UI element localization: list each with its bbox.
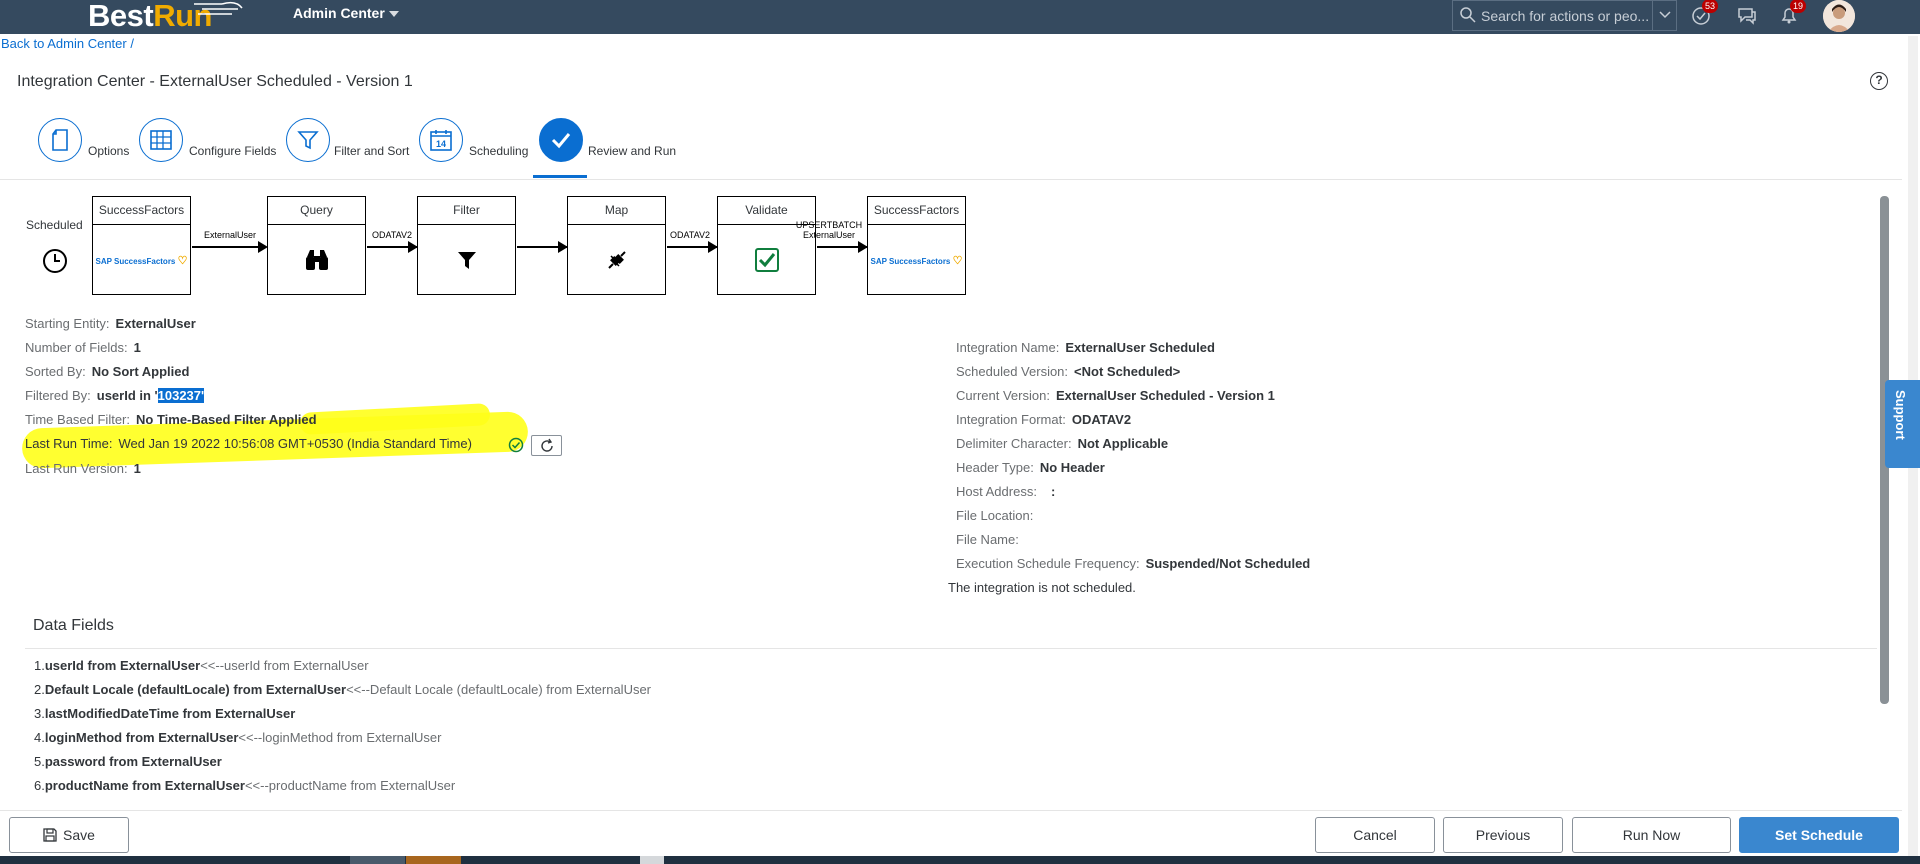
feedback-button[interactable] xyxy=(1736,4,1760,28)
detail-file-name: File Name: xyxy=(956,532,1019,547)
detail-scheduled-version: Scheduled Version: <Not Scheduled> xyxy=(956,364,1181,379)
detail-integration-name: Integration Name: ExternalUser Scheduled xyxy=(956,340,1215,355)
data-fields-title: Data Fields xyxy=(33,617,114,634)
todo-button[interactable]: 53 xyxy=(1690,0,1718,28)
schedule-status-note: The integration is not scheduled. xyxy=(948,580,1136,595)
selected-text: 103237' xyxy=(157,388,205,403)
wizard-step-label: Options xyxy=(88,144,130,158)
detail-integration-format: Integration Format: ODATAV2 xyxy=(956,412,1132,427)
breadcrumb-separator: / xyxy=(130,36,134,51)
list-item: 3.lastModifiedDateTime from ExternalUser xyxy=(34,706,296,721)
todo-badge: 53 xyxy=(1702,0,1718,13)
flow-edge xyxy=(192,246,258,248)
breadcrumb: Back to Admin Center / xyxy=(1,36,134,51)
detail-last-run-version: Last Run Version: 1 xyxy=(25,461,141,476)
page-header: Integration Center - ExternalUser Schedu… xyxy=(0,60,1902,104)
support-tab[interactable]: Support xyxy=(1885,380,1920,468)
detail-header-type: Header Type: No Header xyxy=(956,460,1105,475)
flow-start-label: Scheduled xyxy=(26,218,83,232)
detail-sorted-by: Sorted By: No Sort Applied xyxy=(25,364,190,379)
notifications-badge: 19 xyxy=(1790,0,1806,13)
chat-icon xyxy=(1738,8,1756,25)
flow-edge-label: UPSERTBATCH ExternalUser xyxy=(795,220,863,240)
wizard-step-label: Configure Fields xyxy=(189,144,277,158)
plug-connect-icon xyxy=(567,226,666,294)
flow-node-title: Map xyxy=(567,196,666,225)
detail-number-of-fields: Number of Fields: 1 xyxy=(25,340,141,355)
previous-button[interactable]: Previous xyxy=(1443,817,1563,853)
binoculars-icon xyxy=(267,226,366,294)
divider xyxy=(25,648,1877,649)
back-to-admin-center-link[interactable]: Back to Admin Center xyxy=(1,36,127,51)
os-taskbar xyxy=(0,856,1920,864)
calendar-icon: 14 xyxy=(419,118,463,162)
user-photo-icon xyxy=(1823,0,1855,32)
flow-node-title: SuccessFactors xyxy=(92,196,191,225)
detail-time-based-filter: Time Based Filter: No Time-Based Filter A… xyxy=(25,412,317,427)
chevron-down-icon xyxy=(388,11,399,18)
clock-icon xyxy=(43,249,67,273)
notifications-button[interactable]: 19 xyxy=(1778,0,1806,28)
taskbar-item[interactable] xyxy=(406,856,461,864)
run-now-button[interactable]: Run Now xyxy=(1572,817,1731,853)
grid-icon xyxy=(139,118,183,162)
save-icon xyxy=(43,828,57,842)
filter-icon xyxy=(286,118,330,162)
list-item: 4.loginMethod from ExternalUser<<--login… xyxy=(34,730,442,745)
search-input[interactable] xyxy=(1481,5,1651,27)
data-fields-list: 1.userId from ExternalUser<<--userId fro… xyxy=(34,658,651,802)
flow-node-title: Filter xyxy=(417,196,516,225)
funnel-icon xyxy=(417,226,516,294)
detail-current-version: Current Version: ExternalUser Scheduled -… xyxy=(956,388,1275,403)
module-switcher[interactable]: Admin Center xyxy=(293,5,399,21)
svg-text:14: 14 xyxy=(436,139,446,149)
success-check-icon xyxy=(508,437,524,453)
flow-edge-label: ODATAV2 xyxy=(669,230,710,240)
global-search[interactable] xyxy=(1452,0,1677,31)
avatar[interactable] xyxy=(1823,0,1855,32)
taskbar-item[interactable] xyxy=(640,856,664,864)
shell-header: BestRun Admin Center 53 19 xyxy=(0,0,1920,34)
detail-host-address: Host Address:: xyxy=(956,484,1056,499)
wizard-step-label: Scheduling xyxy=(469,144,529,158)
logo-swoosh-icon xyxy=(194,1,243,15)
cancel-button[interactable]: Cancel xyxy=(1315,817,1435,853)
taskbar-item[interactable] xyxy=(350,856,405,864)
search-scope-dropdown[interactable] xyxy=(1652,1,1676,30)
detail-filtered-by: Filtered By: userId in '103237' xyxy=(25,388,205,403)
integration-flow-diagram: Scheduled SuccessFactors SAP SuccessFact… xyxy=(0,196,1000,296)
wizard-step-label: Review and Run xyxy=(588,144,677,158)
detail-execution-frequency: Execution Schedule Frequency: Suspended/N… xyxy=(956,556,1311,571)
flow-node-title: SuccessFactors xyxy=(867,196,966,225)
list-item: 1.userId from ExternalUser<<--userId fro… xyxy=(34,658,369,673)
successfactors-logo-icon: SAP SuccessFactors ♡ xyxy=(870,254,963,267)
footer-toolbar: Save Cancel Previous Run Now Set Schedul… xyxy=(0,810,1902,856)
successfactors-logo-icon: SAP SuccessFactors ♡ xyxy=(95,254,188,267)
flow-edge-label: ODATAV2 xyxy=(371,230,412,240)
search-icon xyxy=(1460,7,1476,23)
detail-starting-entity: Starting Entity: ExternalUser xyxy=(25,316,196,331)
detail-last-run-time: Last Run Time: Wed Jan 19 2022 10:56:08 G… xyxy=(25,436,472,451)
chevron-down-icon xyxy=(1659,11,1671,19)
page-title: Integration Center - ExternalUser Schedu… xyxy=(17,73,413,90)
active-step-indicator xyxy=(533,175,587,178)
detail-file-location: File Location: xyxy=(956,508,1034,523)
refresh-icon xyxy=(540,438,553,452)
save-button[interactable]: Save xyxy=(9,817,129,853)
wizard-step-label: Filter and Sort xyxy=(334,144,410,158)
list-item: 2.Default Locale (defaultLocale) from Ex… xyxy=(34,682,652,697)
list-item: 6.productName from ExternalUser<<--produ… xyxy=(34,778,456,793)
help-icon[interactable]: ? xyxy=(1870,72,1888,90)
wizard-steps: Options Configure Fields Filter and Sort… xyxy=(0,104,1902,180)
flow-edge-label: ExternalUser xyxy=(203,230,257,240)
list-item: 5.password from ExternalUser xyxy=(34,754,222,769)
document-icon xyxy=(38,118,82,162)
set-schedule-button[interactable]: Set Schedule xyxy=(1739,817,1899,853)
checkmark-icon xyxy=(539,118,583,162)
detail-delimiter-character: Delimiter Character: Not Applicable xyxy=(956,436,1169,451)
refresh-button[interactable] xyxy=(531,435,562,456)
flow-node-title: Query xyxy=(267,196,366,225)
